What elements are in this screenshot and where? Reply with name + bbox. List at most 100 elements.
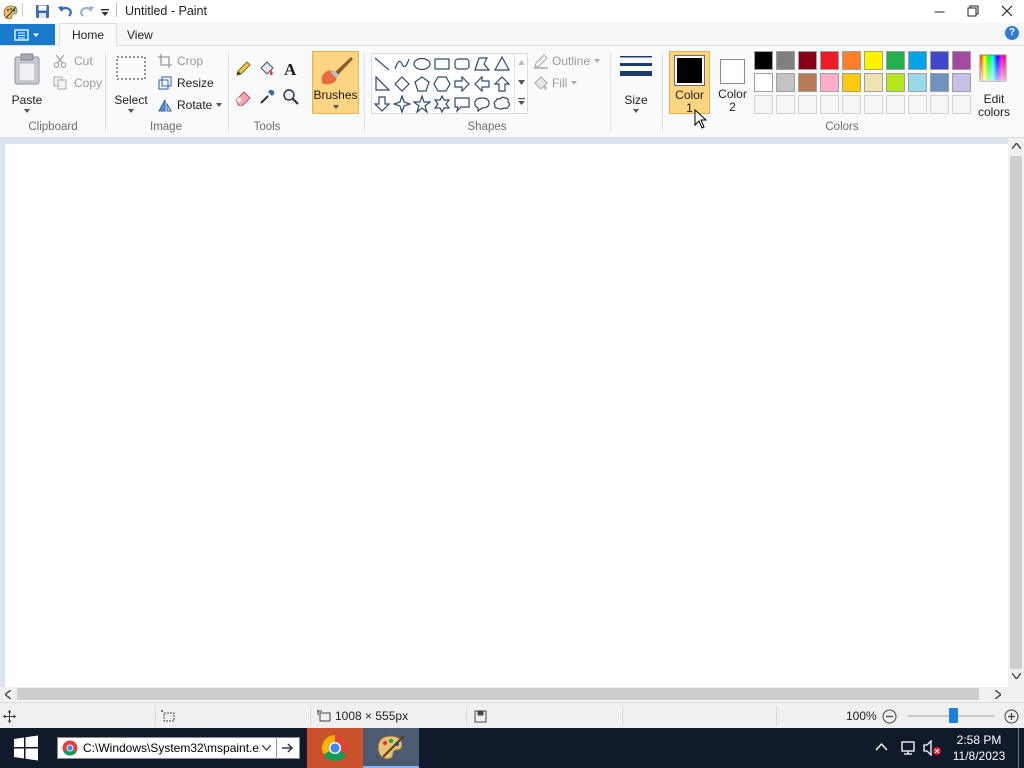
palette-swatch[interactable] (842, 73, 861, 92)
show-desktop-button[interactable] (1018, 728, 1024, 768)
custom-color-slot[interactable] (798, 95, 817, 114)
custom-color-slot[interactable] (864, 95, 883, 114)
shapes-gallery-scroll[interactable] (514, 54, 528, 113)
polygon-shape-icon[interactable] (473, 55, 491, 73)
scroll-left-icon[interactable] (5, 690, 11, 699)
custom-color-slot[interactable] (886, 95, 905, 114)
color1-button[interactable]: Color 1 (669, 51, 710, 115)
palette-swatch[interactable] (952, 73, 971, 92)
palette-swatch[interactable] (842, 51, 861, 70)
zoom-out-icon[interactable] (882, 709, 897, 724)
restore-button[interactable] (956, 0, 990, 22)
eraser-icon[interactable] (234, 88, 252, 106)
palette-swatch[interactable] (908, 73, 927, 92)
palette-swatch[interactable] (930, 51, 949, 70)
left-arrow-shape-icon[interactable] (473, 75, 491, 93)
palette-swatch[interactable] (754, 51, 773, 70)
horizontal-scroll-thumb[interactable] (17, 688, 979, 700)
palette-swatch[interactable] (820, 51, 839, 70)
oval-shape-icon[interactable] (413, 55, 431, 73)
line-shape-icon[interactable] (373, 55, 391, 73)
pencil-icon[interactable] (234, 60, 252, 78)
palette-swatch[interactable] (820, 73, 839, 92)
magnifier-icon[interactable] (282, 88, 300, 106)
file-menu-button[interactable] (0, 24, 55, 45)
crop-button[interactable]: Crop (157, 53, 203, 69)
chrome-taskbar-button[interactable] (307, 728, 363, 768)
diamond-shape-icon[interactable] (393, 75, 411, 93)
palette-swatch[interactable] (776, 73, 795, 92)
five-point-star-shape-icon[interactable] (413, 95, 431, 113)
down-arrow-shape-icon[interactable] (373, 95, 391, 113)
custom-color-slot[interactable] (930, 95, 949, 114)
copy-button[interactable]: Copy (52, 75, 102, 91)
volume-muted-icon[interactable] (922, 740, 942, 756)
rect-callout-shape-icon[interactable] (453, 95, 471, 113)
zoom-slider-thumb[interactable] (948, 708, 958, 723)
zoom-slider-track[interactable] (908, 708, 994, 723)
brushes-button[interactable]: Brushes (312, 51, 359, 114)
palette-swatch[interactable] (886, 51, 905, 70)
triangle-shape-icon[interactable] (493, 55, 511, 73)
palette-swatch[interactable] (864, 51, 883, 70)
custom-color-slot[interactable] (908, 95, 927, 114)
fill-bucket-icon[interactable] (258, 60, 276, 78)
palette-swatch[interactable] (952, 51, 971, 70)
scroll-right-icon[interactable] (995, 690, 1001, 699)
right-triangle-shape-icon[interactable] (373, 75, 391, 93)
palette-swatch[interactable] (908, 51, 927, 70)
network-icon[interactable] (900, 740, 918, 756)
six-point-star-shape-icon[interactable] (433, 95, 451, 113)
palette-swatch[interactable] (798, 51, 817, 70)
curve-shape-icon[interactable] (393, 55, 411, 73)
address-dropdown-icon[interactable] (262, 745, 271, 751)
palette-swatch[interactable] (886, 73, 905, 92)
system-clock[interactable]: 2:58 PM 11/8/2023 (946, 732, 1012, 764)
custom-color-slot[interactable] (754, 95, 773, 114)
paint-app-icon[interactable] (2, 3, 19, 20)
go-arrow-icon[interactable] (282, 743, 294, 753)
right-arrow-shape-icon[interactable] (453, 75, 471, 93)
palette-swatch[interactable] (930, 73, 949, 92)
redo-icon[interactable] (79, 3, 95, 20)
edit-colors-button[interactable]: Edit colors (975, 50, 1013, 120)
vertical-scroll-thumb[interactable] (1010, 156, 1022, 669)
hexagon-shape-icon[interactable] (433, 75, 451, 93)
palette-swatch[interactable] (754, 73, 773, 92)
custom-color-slot[interactable] (776, 95, 795, 114)
drawing-canvas[interactable] (5, 144, 1008, 687)
address-toolbar[interactable]: C:\Windows\System32\mspaint.exe (57, 737, 300, 759)
color-picker-icon[interactable] (258, 88, 276, 106)
oval-callout-shape-icon[interactable] (473, 95, 491, 113)
rectangle-shape-icon[interactable] (433, 55, 451, 73)
palette-swatch[interactable] (776, 51, 795, 70)
undo-icon[interactable] (57, 3, 73, 20)
outline-button[interactable]: Outline (533, 53, 601, 69)
customize-dropdown-icon[interactable] (100, 3, 110, 20)
tab-view[interactable]: View (115, 23, 165, 46)
zoom-in-icon[interactable] (1004, 709, 1019, 724)
palette-swatch[interactable] (864, 73, 883, 92)
address-input[interactable]: C:\Windows\System32\mspaint.exe (83, 741, 260, 757)
custom-color-slot[interactable] (842, 95, 861, 114)
scroll-up-icon[interactable] (1012, 143, 1021, 149)
scroll-down-icon[interactable] (1012, 673, 1021, 679)
cut-button[interactable]: Cut (52, 53, 93, 69)
minimize-button[interactable] (922, 0, 956, 22)
rotate-button[interactable]: Rotate (157, 97, 223, 113)
custom-color-slot[interactable] (952, 95, 971, 114)
start-button[interactable] (0, 728, 52, 768)
save-icon[interactable] (35, 3, 50, 20)
tray-overflow-icon[interactable] (875, 742, 888, 751)
size-button[interactable]: Size (617, 50, 655, 116)
paint-taskbar-button[interactable] (363, 728, 419, 768)
paste-button[interactable]: Paste (8, 50, 46, 116)
custom-color-slot[interactable] (820, 95, 839, 114)
rounded-rectangle-shape-icon[interactable] (453, 55, 471, 73)
resize-button[interactable]: Resize (157, 75, 214, 91)
pentagon-shape-icon[interactable] (413, 75, 431, 93)
up-arrow-shape-icon[interactable] (493, 75, 511, 93)
horizontal-scrollbar[interactable] (0, 687, 1008, 701)
palette-swatch[interactable] (798, 73, 817, 92)
fill-button[interactable]: Fill (533, 75, 578, 91)
